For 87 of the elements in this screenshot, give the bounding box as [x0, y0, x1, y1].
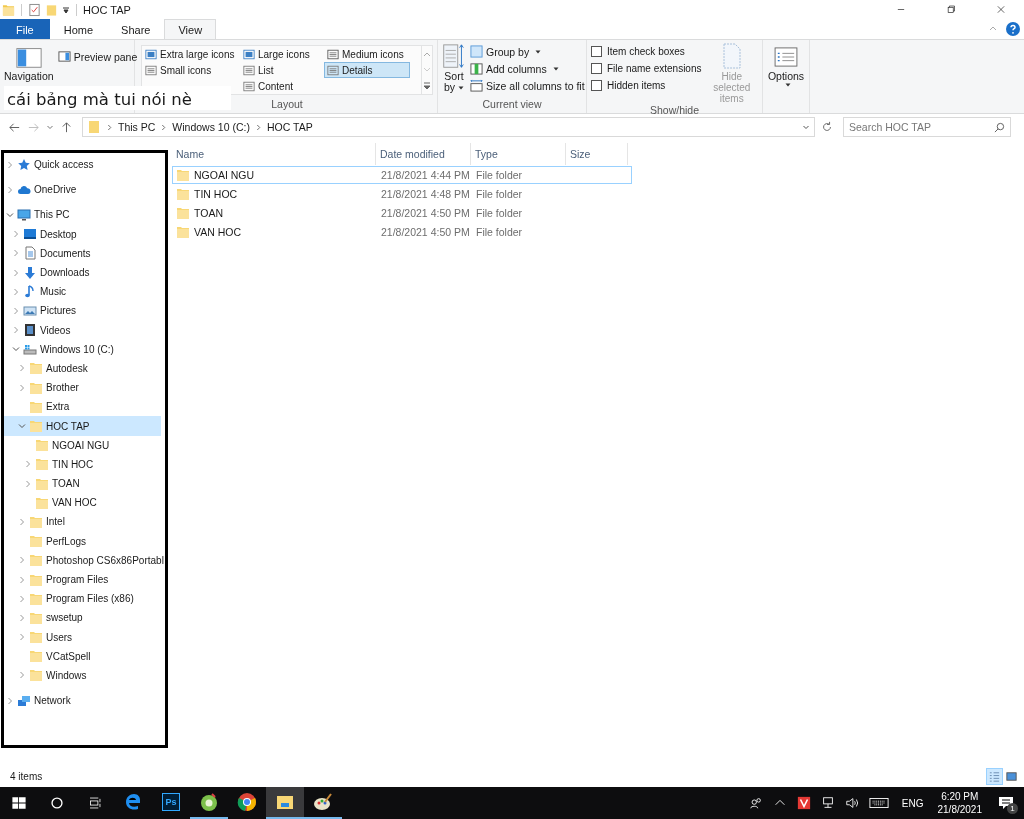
- layout-option[interactable]: Details: [324, 62, 410, 78]
- nav-item-label[interactable]: swsetup: [46, 612, 83, 624]
- language-indicator[interactable]: ENG: [901, 797, 924, 809]
- group-by-button[interactable]: Group by: [470, 43, 585, 60]
- address-bar[interactable]: This PC Windows 10 (C:) HOC TAP: [82, 117, 815, 137]
- nav-item-label[interactable]: VAN HOC: [52, 497, 97, 509]
- item-count: 4 items: [10, 770, 43, 782]
- checkbox-option[interactable]: File name extensions: [591, 60, 702, 77]
- window-title: HOC TAP: [83, 3, 131, 16]
- nav-item-label[interactable]: Network: [34, 695, 71, 707]
- nav-item-highlight[interactable]: HOC TAP: [4, 416, 161, 436]
- breadcrumb[interactable]: Windows 10 (C:): [172, 121, 250, 133]
- ribbon-tab[interactable]: Share: [107, 19, 165, 39]
- group-label: Layout: [271, 98, 303, 112]
- nav-item-label[interactable]: Photoshop CS6x86Portabl: [46, 554, 164, 566]
- nav-item-label[interactable]: Pictures: [40, 305, 77, 317]
- breadcrumb[interactable]: HOC TAP: [266, 121, 313, 133]
- nav-item-label[interactable]: NGOAI NGU: [52, 439, 110, 451]
- nav-item-label[interactable]: Videos: [40, 324, 71, 336]
- layout-option[interactable]: Extra large icons: [142, 46, 240, 62]
- file-name: NGOAI NGU: [194, 169, 255, 181]
- nav-item-label[interactable]: PerfLogs: [46, 535, 87, 547]
- photoshop-logo: Ps: [162, 793, 180, 811]
- layout-option[interactable]: Medium icons: [324, 46, 410, 62]
- file-type: File folder: [475, 226, 524, 238]
- nav-item-label[interactable]: Users: [46, 631, 73, 643]
- navigation-pane-button[interactable]: Navigation: [4, 43, 54, 82]
- file-type: File folder: [475, 188, 524, 200]
- file-row[interactable]: TOAN 21/8/2021 4:50 PM File folder: [172, 204, 632, 222]
- checkbox-option[interactable]: Item check boxes: [591, 43, 702, 60]
- nav-item-label[interactable]: Intel: [46, 516, 65, 528]
- nav-item-label[interactable]: Program Files (x86): [46, 593, 134, 605]
- ribbon-tab[interactable]: View: [164, 19, 217, 39]
- clock[interactable]: 6:20 PM 21/8/2021: [937, 790, 982, 816]
- layout-option[interactable]: Small icons: [142, 62, 240, 78]
- nav-item-label[interactable]: This PC: [34, 209, 70, 221]
- file-row[interactable]: NGOAI NGU 21/8/2021 4:44 PM File folder: [172, 166, 632, 184]
- column-header[interactable]: Date modified: [376, 143, 471, 165]
- file-type: File folder: [475, 169, 524, 181]
- date-modified: 21/8/2021 4:44 PM: [380, 169, 471, 181]
- file-name: VAN HOC: [194, 226, 242, 238]
- add-columns-button[interactable]: Add columns: [470, 60, 585, 77]
- nav-item-label[interactable]: VCatSpell: [46, 650, 91, 662]
- preview-pane-button[interactable]: Preview pane: [57, 48, 138, 65]
- nav-item-label[interactable]: TOAN: [52, 478, 80, 490]
- group-label: Show/hide: [649, 104, 699, 118]
- layout-option[interactable]: Large icons: [240, 46, 324, 62]
- nav-item-label[interactable]: HOC TAP: [46, 420, 90, 432]
- column-header[interactable]: Size: [566, 143, 628, 165]
- nav-item-label[interactable]: OneDrive: [34, 184, 77, 196]
- notifications-button[interactable]: 1: [988, 787, 1024, 819]
- group-label: Current view: [482, 98, 542, 112]
- search-field[interactable]: Search HOC TAP: [843, 117, 1011, 137]
- notification-badge: 1: [1007, 803, 1018, 814]
- size-columns-button[interactable]: Size all columns to fit: [470, 77, 585, 94]
- file-type: File folder: [475, 207, 524, 219]
- file-name: TOAN: [194, 207, 223, 219]
- options-button[interactable]: Options: [767, 47, 805, 88]
- date-modified: 21/8/2021 4:48 PM: [380, 188, 471, 200]
- nav-item-label[interactable]: Program Files: [46, 574, 109, 586]
- date-modified: 21/8/2021 4:50 PM: [380, 226, 471, 238]
- file-name: TIN HOC: [194, 188, 238, 200]
- nav-item-label[interactable]: Documents: [40, 247, 91, 259]
- column-header[interactable]: Name: [172, 143, 376, 165]
- nav-item-label[interactable]: Desktop: [40, 228, 77, 240]
- file-row[interactable]: VAN HOC 21/8/2021 4:50 PM File folder: [172, 223, 632, 241]
- annotation-note: cái bảng mà tui nói nè: [4, 86, 231, 110]
- breadcrumb[interactable]: This PC: [118, 121, 156, 133]
- ribbon-tab[interactable]: Home: [49, 19, 108, 39]
- nav-item-label[interactable]: Extra: [46, 401, 70, 413]
- column-header[interactable]: Type: [471, 143, 566, 165]
- nav-item-label[interactable]: Windows 10 (C:): [40, 343, 114, 355]
- nav-item-label[interactable]: Autodesk: [46, 362, 88, 374]
- nav-item-label[interactable]: Brother: [46, 382, 79, 394]
- layout-option[interactable]: Content: [240, 78, 324, 94]
- nav-item-label[interactable]: TIN HOC: [52, 458, 94, 470]
- file-row[interactable]: TIN HOC 21/8/2021 4:48 PM File folder: [172, 185, 632, 203]
- nav-item-label[interactable]: Music: [40, 286, 67, 298]
- ribbon-tab[interactable]: File: [0, 19, 50, 39]
- date-modified: 21/8/2021 4:50 PM: [380, 207, 471, 219]
- checkbox-option[interactable]: Hidden items: [591, 77, 702, 94]
- nav-item-label[interactable]: Windows: [46, 669, 87, 681]
- nav-item-label[interactable]: Quick access: [34, 159, 94, 171]
- taskbar-app[interactable]: Ps: [152, 787, 190, 819]
- nav-item-label[interactable]: Downloads: [40, 267, 90, 279]
- sort-by-button[interactable]: Sort by: [442, 43, 466, 94]
- layout-option[interactable]: List: [240, 62, 324, 78]
